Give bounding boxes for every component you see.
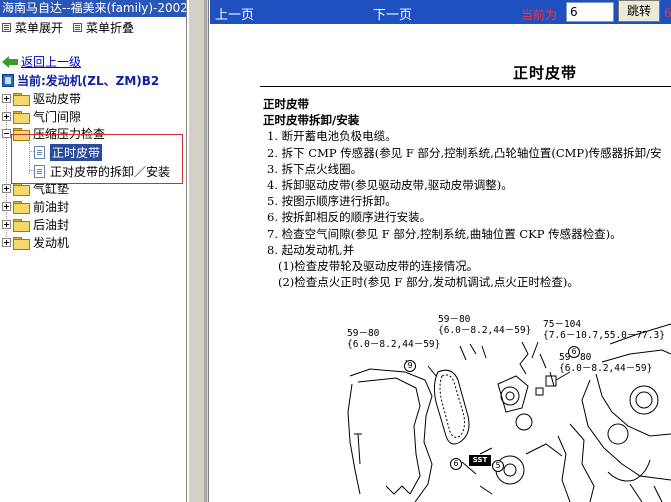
current-page-label: 当前为 bbox=[521, 8, 558, 22]
tree-item-label: 驱动皮带 bbox=[33, 92, 82, 106]
pane-splitter[interactable] bbox=[188, 0, 209, 502]
page-number-input[interactable] bbox=[566, 2, 614, 22]
back-arrow-icon bbox=[2, 55, 18, 68]
back-link[interactable]: 返回上一级 bbox=[21, 53, 81, 70]
document-icon bbox=[34, 164, 45, 178]
callout-marker: 6 bbox=[568, 346, 580, 358]
current-section: 当前:发动机(ZL、ZM)B2 bbox=[2, 72, 159, 89]
folder-icon bbox=[13, 92, 30, 106]
current-section-label: 当前:发动机(ZL、ZM)B2 bbox=[17, 74, 160, 88]
tree-item-cylinder-gasket[interactable]: 气缸垫 bbox=[2, 180, 69, 197]
folder-icon bbox=[13, 236, 30, 250]
tree-item-rear-oil-seal[interactable]: 后油封 bbox=[2, 216, 69, 233]
sst-tag: SST bbox=[469, 455, 491, 466]
folder-icon bbox=[13, 182, 30, 196]
expand-plus-icon[interactable] bbox=[2, 220, 11, 229]
tree-item-drive-belt[interactable]: 驱动皮带 bbox=[2, 90, 81, 107]
manual-page: 正时皮带 正时皮带 正时皮带拆卸/安装 1. 断开蓄电池负极电缆。 2. 拆下 … bbox=[210, 24, 671, 502]
collapse-minus-icon[interactable] bbox=[2, 129, 11, 138]
tree-toolbar: 菜单展开 菜单折叠 bbox=[0, 17, 186, 37]
timing-belt-diagram bbox=[347, 323, 671, 502]
folder-open-icon bbox=[13, 127, 30, 141]
expand-plus-icon[interactable] bbox=[2, 202, 11, 211]
tree-panel: 海南马自达--福美来(family)-2002 菜单展开 菜单折叠 返回上一级 … bbox=[0, 0, 187, 502]
tree-item-compression-check[interactable]: 压缩压力检查 bbox=[2, 125, 105, 142]
tree-item-label: 前油封 bbox=[33, 200, 70, 214]
collapse-icon bbox=[73, 22, 83, 32]
jump-button[interactable]: 跳转 bbox=[618, 0, 660, 22]
app-window: 海南马自达--福美来(family)-2002 菜单展开 菜单折叠 返回上一级 … bbox=[0, 0, 671, 502]
expand-all-label: 菜单展开 bbox=[15, 20, 64, 35]
callout-marker: 6 bbox=[450, 458, 462, 470]
folder-icon bbox=[13, 110, 30, 124]
folder-icon bbox=[13, 200, 30, 214]
page-total: 6 bbox=[664, 6, 671, 20]
prev-page-button[interactable]: 上一页 bbox=[215, 4, 254, 23]
expand-all-button[interactable]: 菜单展开 bbox=[2, 19, 63, 36]
document-viewer: 上一页 下一页 当前为 跳转 6 正时皮带 正时皮带 正时皮带拆卸/安装 1. … bbox=[210, 0, 671, 502]
callout-marker: 9 bbox=[404, 360, 416, 372]
expand-icon bbox=[2, 22, 11, 32]
document-icon bbox=[34, 145, 45, 159]
tree-item-label: 气缸垫 bbox=[33, 182, 70, 196]
expand-plus-icon[interactable] bbox=[2, 184, 11, 193]
tree-leaf-label: 正时皮带 bbox=[50, 143, 103, 161]
tree-leaf-timing-belt-removal[interactable]: 正对皮带的拆卸／安装 bbox=[34, 162, 170, 180]
tree-item-label: 发动机 bbox=[33, 236, 70, 250]
splitter-grip[interactable] bbox=[204, 0, 207, 502]
collapse-all-label: 菜单折叠 bbox=[86, 20, 135, 35]
folder-icon bbox=[13, 218, 30, 232]
tree-leaf-timing-belt[interactable]: 正时皮带 bbox=[34, 143, 103, 161]
tree-leaf-label: 正对皮带的拆卸／安装 bbox=[50, 164, 171, 179]
callout-marker: 5 bbox=[492, 460, 504, 472]
next-page-button[interactable]: 下一页 bbox=[373, 4, 412, 23]
tree-item-valve-clearance[interactable]: 气门间隙 bbox=[2, 108, 81, 125]
tree-item-front-oil-seal[interactable]: 前油封 bbox=[2, 198, 69, 215]
tree-item-engine[interactable]: 发动机 bbox=[2, 234, 69, 251]
viewer-toolbar: 上一页 下一页 当前为 跳转 6 bbox=[210, 0, 671, 24]
back-row: 返回上一级 bbox=[2, 53, 81, 70]
expand-plus-icon[interactable] bbox=[2, 238, 11, 247]
tree-item-label: 气门间隙 bbox=[33, 110, 82, 124]
collapse-all-button[interactable]: 菜单折叠 bbox=[73, 19, 134, 36]
book-icon bbox=[2, 74, 14, 87]
tree-item-label: 压缩压力检查 bbox=[33, 127, 106, 141]
expand-plus-icon[interactable] bbox=[2, 112, 11, 121]
expand-plus-icon[interactable] bbox=[2, 94, 11, 103]
tree-item-label: 后油封 bbox=[33, 218, 70, 232]
panel-title: 海南马自达--福美来(family)-2002 bbox=[0, 0, 186, 17]
